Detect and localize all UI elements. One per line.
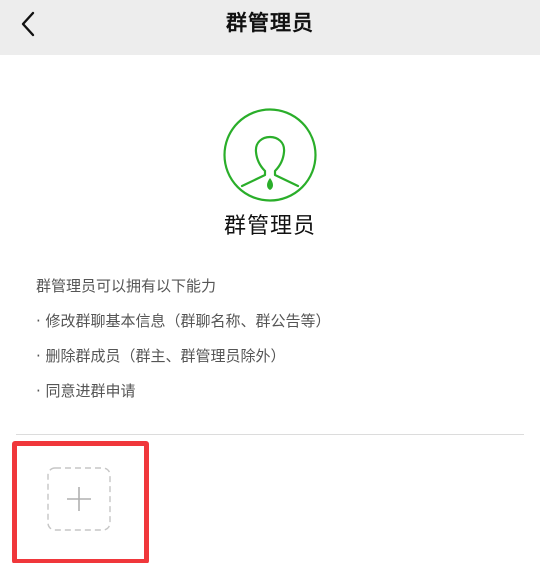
ability-item: · 删除群成员（群主、群管理员除外） — [36, 347, 286, 365]
abilities-description: 群管理员可以拥有以下能力 · 修改群聊基本信息（群聊名称、群公告等） · 删除群… — [36, 275, 516, 415]
role-title: 群管理员 — [223, 214, 316, 239]
group-admin-page: 群管理员 群管理员 群管理员可以拥有以下能力 · 修改群聊基本信息（群聊名称、群… — [0, 0, 540, 563]
abilities-intro: 群管理员可以拥有以下能力 — [36, 277, 217, 295]
divider — [16, 434, 524, 435]
user-silhouette-icon — [223, 108, 317, 202]
ability-item: · 修改群聊基本信息（群聊名称、群公告等） — [36, 312, 331, 330]
add-admin-button[interactable] — [47, 467, 111, 531]
ability-item: · 同意进群申请 — [36, 382, 136, 400]
admin-avatar — [222, 107, 318, 203]
page-title: 群管理员 — [226, 11, 314, 35]
navigation-bar: 群管理员 — [0, 0, 540, 55]
plus-icon — [47, 467, 111, 531]
